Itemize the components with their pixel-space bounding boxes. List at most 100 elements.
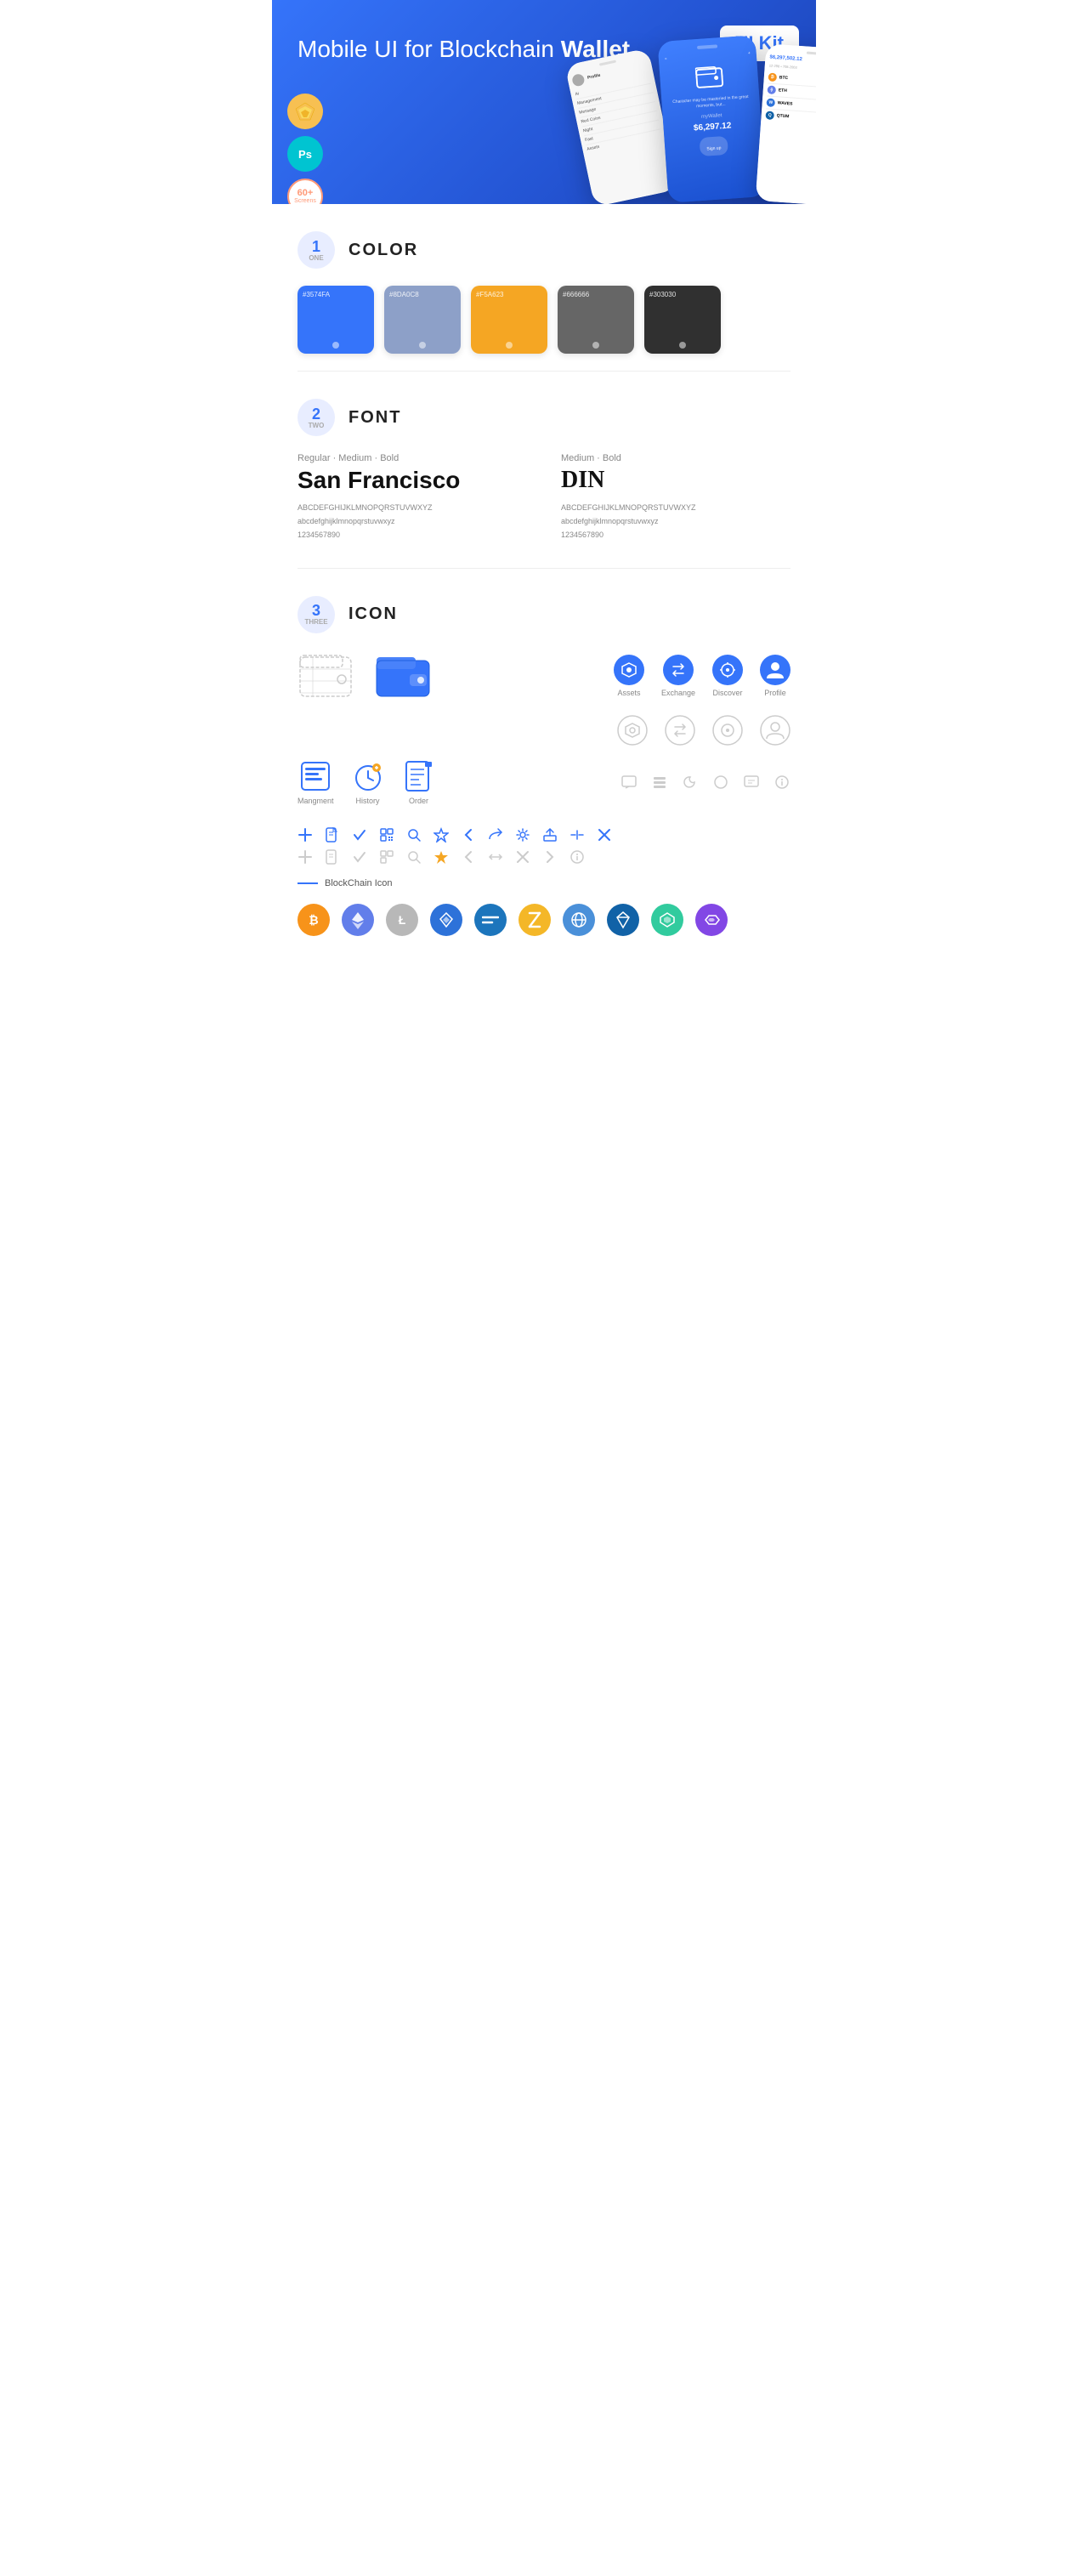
utility-icons-outline-row (298, 846, 790, 878)
profile-label: Profile (764, 689, 786, 697)
font1-lowercase: abcdefghijklmnopqrstuvwxyz (298, 514, 527, 528)
sketch-badge (287, 94, 323, 129)
discover-outline-svg (712, 715, 743, 746)
profile-filled-svg (760, 655, 790, 685)
circle-icon (712, 774, 729, 791)
font2-uppercase: ABCDEFGHIJKLMNOPQRSTUVWXYZ (561, 501, 790, 514)
icon-profile-outline (760, 715, 790, 746)
litecoin-icon: Ł (386, 904, 418, 936)
swatch-dark: #303030 (644, 286, 721, 354)
icon-profile-filled: Profile (760, 655, 790, 697)
assets-outline-svg (617, 715, 648, 746)
swatch-blue: #3574FA (298, 286, 374, 354)
management-svg (298, 759, 332, 793)
crypto-icons-row: ₿ Ł (298, 895, 790, 953)
font1-style: Regular · Medium · Bold (298, 453, 527, 463)
qr-icon (379, 827, 394, 843)
discover-filled-svg (712, 655, 743, 685)
icon-discover-outline (712, 715, 743, 746)
wallet-filled-svg (374, 650, 434, 701)
profile-outline-svg (760, 715, 790, 746)
chevron-left-icon-gray (461, 849, 476, 865)
close-icon-gray (515, 849, 530, 865)
zcash-icon (518, 904, 551, 936)
history-label: History (356, 797, 380, 805)
chevron-left-icon (461, 827, 476, 843)
icon-assets-outline (617, 715, 648, 746)
arrow-right-icon-gray (542, 849, 558, 865)
font-section: Regular · Medium · Bold San Francisco AB… (298, 453, 790, 568)
font-san-francisco: Regular · Medium · Bold San Francisco AB… (298, 453, 527, 542)
icon-exchange-outline (665, 715, 695, 746)
wallet-wireframe-svg (298, 650, 357, 701)
font1-name: San Francisco (298, 467, 527, 494)
kyber-icon (651, 904, 683, 936)
ethereum-icon (342, 904, 374, 936)
color-section-title: COLOR (348, 241, 418, 260)
info-icon (774, 774, 790, 791)
dash-icon (474, 904, 507, 936)
color-swatches: #3574FA #8DA0C8 #F5A623 #666666 #303 (298, 286, 790, 371)
font2-lowercase: abcdefghijklmnopqrstuvwxyz (561, 514, 790, 528)
order-label: Order (409, 797, 428, 805)
icon-exchange-filled: Exchange (661, 655, 695, 697)
exchange-label: Exchange (661, 689, 695, 697)
moon-icon (682, 774, 699, 791)
icon-row-outline-nav (298, 715, 790, 746)
hero-badges: Ps 60+ Screens (287, 94, 323, 204)
settings-icon (515, 827, 530, 843)
search-icon-gray (406, 849, 422, 865)
plus-icon-gray (298, 849, 313, 865)
exchange-filled-svg (663, 655, 694, 685)
ps-badge: Ps (287, 136, 323, 172)
font-section-title: FONT (348, 408, 401, 428)
star-icon (434, 827, 449, 843)
phone-mockups: Profile Ai Management Message Red Coins … (510, 26, 816, 204)
section-num-1: 1 ONE (298, 231, 335, 269)
plus-icon (298, 827, 313, 843)
check-icon (352, 827, 367, 843)
screens-badge: 60+ Screens (287, 179, 323, 204)
upload-icon (542, 827, 558, 843)
swatch-steel: #8DA0C8 (384, 286, 461, 354)
polygon-icon (695, 904, 728, 936)
icon-history: History (351, 759, 385, 805)
message-icon (743, 774, 760, 791)
order-svg (402, 759, 436, 793)
section-num-3: 3 THREE (298, 596, 335, 633)
font2-digits: 1234567890 (561, 528, 790, 542)
icon-section-title: ICON (348, 604, 398, 624)
icon-management: Mangment (298, 759, 334, 805)
hero-section: Mobile UI for Blockchain Wallet UI Kit P… (272, 0, 816, 204)
close-icon (597, 827, 612, 843)
icon-wallet-wireframe (298, 650, 357, 701)
split-icon (570, 827, 585, 843)
ardor-icon (607, 904, 639, 936)
history-svg (351, 759, 385, 793)
font-din: Medium · Bold DIN ABCDEFGHIJKLMNOPQRSTUV… (561, 453, 790, 542)
font-section-header: 2 TWO FONT (298, 372, 790, 453)
blockchain-line (298, 882, 318, 884)
swatch-orange: #F5A623 (471, 286, 547, 354)
blockchain-text: BlockChain Icon (325, 878, 393, 888)
doc-icon (325, 827, 340, 843)
icon-order: Order (402, 759, 436, 805)
font1-digits: 1234567890 (298, 528, 527, 542)
icon-wallet-filled (374, 650, 434, 701)
management-label: Mangment (298, 797, 334, 805)
utility-icons-row (298, 819, 790, 846)
blackcoin-icon (430, 904, 462, 936)
font2-name: DIN (561, 467, 790, 494)
doc-icon-gray (325, 849, 340, 865)
content-area: 1 ONE COLOR #3574FA #8DA0C8 #F5A623 (272, 204, 816, 979)
icon-row-wallet: Assets Exchange Discover (298, 650, 790, 701)
blockchain-icon-label: BlockChain Icon (298, 878, 790, 888)
discover-label: Discover (712, 689, 742, 697)
check-icon-gray (352, 849, 367, 865)
qr-icon-gray (379, 849, 394, 865)
search-icon (406, 827, 422, 843)
share-icon (488, 827, 503, 843)
bitcoin-icon: ₿ (298, 904, 330, 936)
arrows-icon-gray (488, 849, 503, 865)
stack-icon (651, 774, 668, 791)
